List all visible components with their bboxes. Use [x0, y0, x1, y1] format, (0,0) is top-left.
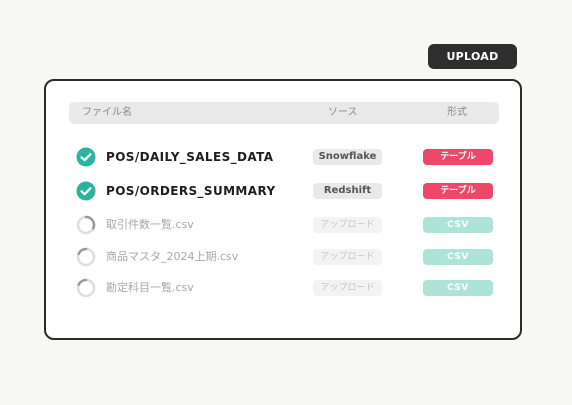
format-badge: CSV: [423, 249, 493, 265]
check-circle-icon: [76, 181, 96, 201]
file-name: POS/ORDERS_SUMMARY: [106, 184, 276, 198]
header-file-name: ファイル名: [82, 107, 132, 118]
file-name: 商品マスタ_2024上期.csv: [106, 250, 239, 263]
file-list-card: ファイル名 ソース 形式 POS/DAILY_SALES_DATA Snowfl…: [44, 79, 522, 340]
table-row[interactable]: 商品マスタ_2024上期.csv アップロード CSV: [76, 247, 506, 269]
loading-spinner-icon: [76, 278, 96, 298]
loading-spinner-icon: [76, 215, 96, 235]
check-circle-icon: [76, 147, 96, 167]
loading-spinner-icon: [76, 247, 96, 267]
file-name: 勘定科目一覧.csv: [106, 281, 194, 294]
header-format: 形式: [447, 107, 467, 118]
file-name: 取引件数一覧.csv: [106, 218, 194, 231]
source-badge: Redshift: [313, 183, 382, 199]
source-badge: Snowflake: [313, 149, 382, 165]
table-header: ファイル名 ソース 形式: [69, 102, 499, 124]
source-badge: アップロード: [313, 280, 382, 296]
source-badge: アップロード: [313, 249, 382, 265]
file-name: POS/DAILY_SALES_DATA: [106, 150, 274, 164]
header-source: ソース: [328, 107, 358, 118]
format-badge: CSV: [423, 217, 493, 233]
table-row[interactable]: 勘定科目一覧.csv アップロード CSV: [76, 278, 506, 300]
page: UPLOAD ファイル名 ソース 形式 POS/DAILY_SALES_DATA…: [0, 0, 572, 405]
format-badge: テーブル: [423, 183, 493, 199]
source-badge: アップロード: [313, 217, 382, 233]
table-row[interactable]: POS/DAILY_SALES_DATA Snowflake テーブル: [76, 147, 506, 169]
format-badge: CSV: [423, 280, 493, 296]
upload-button[interactable]: UPLOAD: [428, 44, 517, 69]
table-row[interactable]: 取引件数一覧.csv アップロード CSV: [76, 215, 506, 237]
table-row[interactable]: POS/ORDERS_SUMMARY Redshift テーブル: [76, 181, 506, 203]
format-badge: テーブル: [423, 149, 493, 165]
